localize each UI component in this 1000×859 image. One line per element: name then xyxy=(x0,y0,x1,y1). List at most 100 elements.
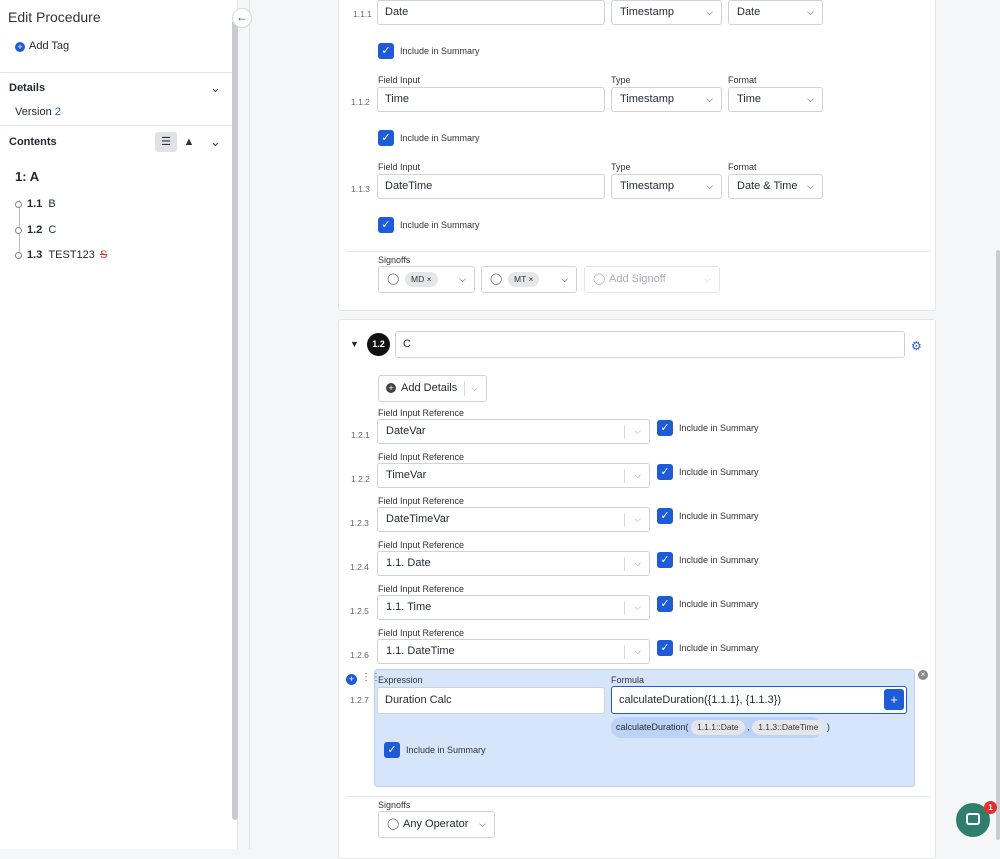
chevron-down-icon: ⌵ xyxy=(459,274,466,284)
tree-node-dot xyxy=(15,201,22,208)
main-scrollbar[interactable] xyxy=(996,250,1000,840)
chevron-down-icon: ⌵ xyxy=(634,602,641,612)
tree-node-dot xyxy=(15,227,22,234)
add-tag-button[interactable]: + Add Tag xyxy=(15,40,69,54)
ref-value: 1.1. Time xyxy=(386,601,432,613)
version-link[interactable]: 2 xyxy=(55,106,61,118)
chevron-down-icon[interactable]: ⌄ xyxy=(210,80,221,96)
expression-name-input[interactable]: Duration Calc xyxy=(377,687,605,714)
version-label: Version xyxy=(15,106,52,118)
format-select[interactable]: Date ⌵ xyxy=(728,0,823,25)
collapse-sidebar-button[interactable]: ← xyxy=(232,8,252,28)
format-select[interactable]: Date & Time ⌵ xyxy=(728,174,823,199)
include-summary-checkbox[interactable]: ✓ xyxy=(378,43,394,59)
type-select[interactable]: Timestamp ⌵ xyxy=(611,174,722,199)
field-input-reference-select[interactable]: DateVar ⌵ xyxy=(377,419,650,444)
type-select[interactable]: Timestamp ⌵ xyxy=(611,0,722,25)
field-input-name[interactable]: DateTime xyxy=(377,174,605,199)
include-summary-checkbox[interactable]: ✓ xyxy=(657,640,673,656)
include-summary-label: Include in Summary xyxy=(679,555,759,565)
step-badge: 1.2 xyxy=(367,333,390,356)
signoff-chip: MD × xyxy=(405,272,438,287)
chevron-down-icon: ⌵ xyxy=(561,274,568,284)
caret-down-icon[interactable]: ▼ xyxy=(350,339,359,349)
close-icon[interactable]: × xyxy=(918,670,928,680)
tree-node-1-2[interactable]: 1.2 C xyxy=(27,224,56,236)
tree-node-label: TEST123 xyxy=(48,249,95,261)
ref-label: Field Input Reference xyxy=(378,496,465,506)
format-label: Format xyxy=(728,162,757,172)
gear-icon[interactable]: ⚙ xyxy=(911,339,922,353)
include-summary-checkbox[interactable]: ✓ xyxy=(657,596,673,612)
field-number: 1.2.7 xyxy=(350,695,369,705)
ref-value: 1.1. Date xyxy=(386,557,431,569)
field-input-reference-select[interactable]: 1.1. Time ⌵ xyxy=(377,595,650,620)
include-summary-checkbox[interactable]: ✓ xyxy=(378,217,394,233)
chevron-down-icon[interactable]: ⌄ xyxy=(210,134,221,150)
list-view-icon[interactable]: ☰ xyxy=(155,132,177,152)
tree-node-1-1[interactable]: 1.1 B xyxy=(27,198,56,210)
sidebar-scrollbar[interactable] xyxy=(232,20,238,820)
ref-label: Field Input Reference xyxy=(378,628,465,638)
add-details-label: Add Details xyxy=(401,382,458,394)
sidebar: Edit Procedure + Add Tag Details ⌄ Versio… xyxy=(0,0,238,849)
formula-input[interactable]: calculateDuration({1.1.1}, {1.1.3}) xyxy=(611,686,907,714)
check-circle-icon: ◯ xyxy=(490,273,503,285)
notification-badge: 1 xyxy=(984,801,997,814)
chevron-down-icon: ⌵ xyxy=(807,7,814,17)
operator-select[interactable]: ◯ Any Operator ⌵ xyxy=(378,811,495,838)
ref-label: Field Input Reference xyxy=(378,540,465,550)
field-input-reference-select[interactable]: 1.1. DateTime ⌵ xyxy=(377,639,650,664)
field-number: 1.2.4 xyxy=(350,562,369,572)
include-summary-checkbox[interactable]: ✓ xyxy=(657,508,673,524)
tree-node-num: 1.2 xyxy=(27,224,43,236)
include-summary-label: Include in Summary xyxy=(400,133,480,143)
chevron-down-icon: ⌵ xyxy=(706,181,713,191)
field-input-name[interactable]: Time xyxy=(377,87,605,112)
field-input-reference-select[interactable]: 1.1. Date ⌵ xyxy=(377,551,650,576)
tree-view-icon[interactable]: ▲ xyxy=(180,132,198,152)
ref-label: Field Input Reference xyxy=(378,408,465,418)
field-input-reference-select[interactable]: DateTimeVar ⌵ xyxy=(377,507,650,532)
remove-icon[interactable]: × xyxy=(529,274,534,284)
type-select[interactable]: Timestamp ⌵ xyxy=(611,87,722,112)
format-select[interactable]: Time ⌵ xyxy=(728,87,823,112)
add-signoff-select[interactable]: ◯ Add Signoff ⌵ xyxy=(584,266,720,293)
ref-label: Field Input Reference xyxy=(378,584,465,594)
include-summary-checkbox[interactable]: ✓ xyxy=(657,420,673,436)
field-number: 1.2.2 xyxy=(351,474,370,484)
format-label: Format xyxy=(728,75,757,85)
expression-label: Expression xyxy=(378,675,423,685)
add-details-button[interactable]: + Add Details ⌵ xyxy=(378,375,487,402)
ref-label: Field Input Reference xyxy=(378,452,465,462)
field-input-label: Field Input xyxy=(378,75,421,85)
add-item-icon[interactable]: + xyxy=(346,674,357,685)
signoff-select-md[interactable]: ◯ MD × ⌵ xyxy=(378,266,475,293)
include-summary-label: Include in Summary xyxy=(679,423,759,433)
chevron-down-icon: ⌵ xyxy=(471,383,478,393)
field-input-name[interactable]: Date xyxy=(377,0,605,25)
tree-node-1-3[interactable]: 1.3 TEST123 S xyxy=(27,249,107,261)
chevron-down-icon: ⌵ xyxy=(706,7,713,17)
include-summary-label: Include in Summary xyxy=(679,643,759,653)
preview-close: ) xyxy=(826,722,830,732)
include-summary-label: Include in Summary xyxy=(679,467,759,477)
format-select-value: Date xyxy=(737,6,761,18)
include-summary-checkbox[interactable]: ✓ xyxy=(384,742,400,758)
include-summary-checkbox[interactable]: ✓ xyxy=(378,130,394,146)
field-number: 1.1.1 xyxy=(353,9,372,19)
remove-icon[interactable]: × xyxy=(427,274,432,284)
field-input-reference-select[interactable]: TimeVar ⌵ xyxy=(377,463,650,488)
include-summary-checkbox[interactable]: ✓ xyxy=(657,464,673,480)
chevron-down-icon: ⌵ xyxy=(807,94,814,104)
field-number: 1.2.1 xyxy=(351,430,370,440)
field-number: 1.1.3 xyxy=(351,184,370,194)
format-select-value: Time xyxy=(737,93,762,105)
signoff-select-mt[interactable]: ◯ MT × ⌵ xyxy=(481,266,577,293)
chevron-down-icon: ⌵ xyxy=(807,181,814,191)
include-summary-label: Include in Summary xyxy=(679,599,759,609)
step-title-input[interactable]: C xyxy=(395,331,905,358)
tree-root-node[interactable]: 1: A xyxy=(15,169,39,184)
include-summary-checkbox[interactable]: ✓ xyxy=(657,552,673,568)
insert-variable-button[interactable]: + xyxy=(884,689,904,710)
